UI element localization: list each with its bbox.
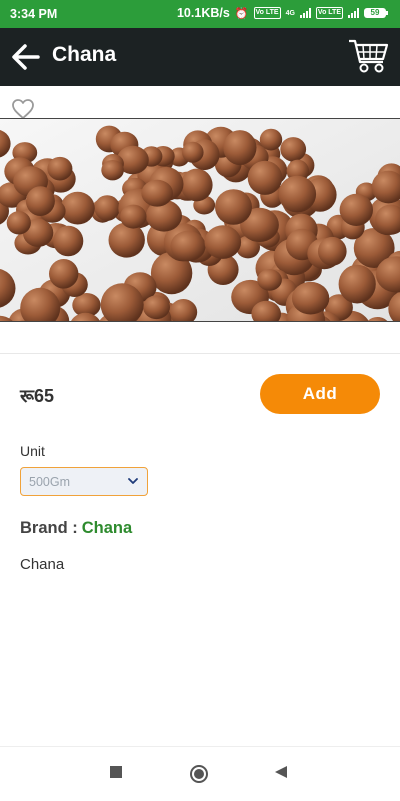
unit-label: Unit [20,443,45,459]
section-divider [0,353,400,354]
cart-icon[interactable] [348,38,390,74]
volte-badge-2: Vo LTE [316,7,343,19]
triangle-back-icon[interactable] [274,765,288,779]
chevron-down-icon [128,477,138,485]
app-bar: Chana [0,28,400,86]
network-type: 4G [286,10,295,17]
circle-icon[interactable] [189,764,209,784]
status-icons: 10.1KB/s ⏰ Vo LTE 4G Vo LTE 59 [177,6,388,20]
brand-row: Brand :Chana [20,519,132,538]
volte-badge: Vo LTE [254,7,281,19]
page-title: Chana [52,43,116,67]
unit-select-value: 500Gm [29,475,70,489]
add-button[interactable]: Add [260,374,380,414]
square-icon[interactable] [109,765,123,779]
system-nav-bar [0,746,400,801]
brand-name: Chana [82,519,132,537]
product-image [0,118,400,322]
status-time: 3:34 PM [10,7,57,21]
battery-level: 59 [364,8,386,18]
product-price: रू65 [20,384,54,408]
status-bar: 3:34 PM 10.1KB/s ⏰ Vo LTE 4G Vo LTE 59 [0,0,400,28]
battery-icon: 59 [364,8,388,18]
signal-icon-2 [348,8,359,18]
unit-select[interactable]: 500Gm [20,467,148,496]
signal-icon [300,8,311,18]
arrow-left-icon[interactable] [10,42,42,72]
product-description: Chana [20,556,64,573]
alarm-icon: ⏰ [235,7,249,20]
brand-label: Brand : [20,519,78,537]
network-speed: 10.1KB/s [177,6,230,20]
heart-icon[interactable] [11,98,35,120]
